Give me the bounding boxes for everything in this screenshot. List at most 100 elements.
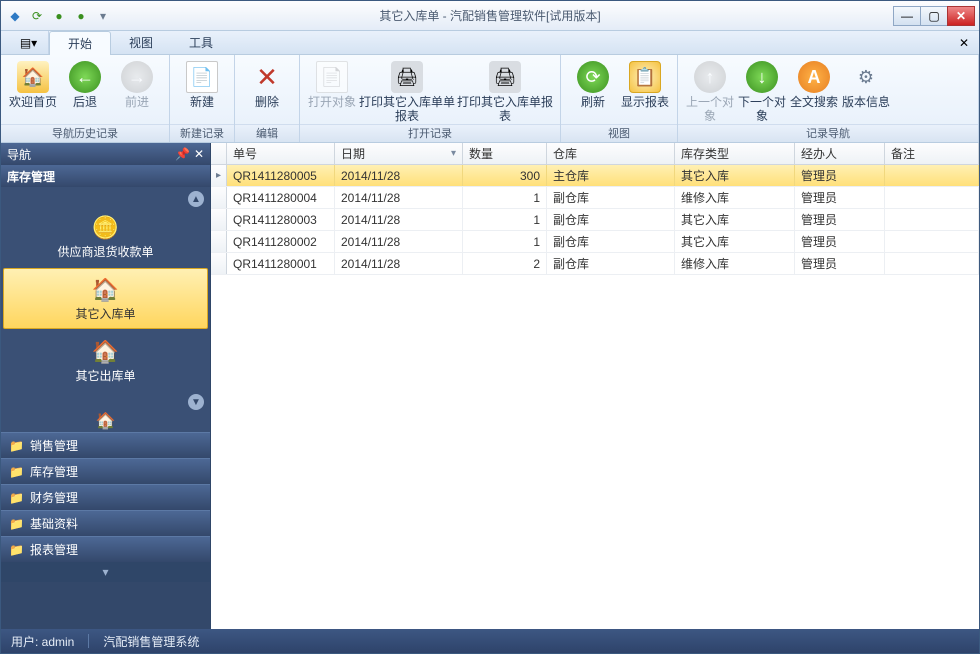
pin-icon[interactable]: 📌 xyxy=(175,147,190,161)
home-icon: 🏠 xyxy=(17,61,49,93)
nav-item-supplier-return[interactable]: 🪙 供应商退货收款单 xyxy=(1,207,210,266)
tab-start[interactable]: 开始 xyxy=(49,31,111,55)
table-row[interactable]: QR14112800042014/11/281副仓库维修入库管理员 xyxy=(211,187,979,209)
statusbar: 用户: admin 汽配销售管理系统 xyxy=(1,629,979,653)
nav-cat-label: 财务管理 xyxy=(30,489,78,506)
cell-warehouse: 副仓库 xyxy=(547,231,675,252)
ribbon-group-label: 导航历史记录 xyxy=(1,124,169,142)
qat-dropdown-icon[interactable]: ▾ xyxy=(95,8,111,24)
nav-panel: 导航 📌 ✕ 库存管理 ▲ 🪙 供应商退货收款单 🏠 其它入库单 🏠 xyxy=(1,143,211,629)
up-icon: ↑ xyxy=(694,61,726,93)
nav-item-partial[interactable]: 🏠 xyxy=(1,410,210,432)
version-info-button[interactable]: ⚙版本信息 xyxy=(840,59,892,109)
nav-item-other-out[interactable]: 🏠 其它出库单 xyxy=(1,331,210,390)
nav-cat-sales[interactable]: 📁销售管理 xyxy=(1,432,210,458)
table-row[interactable]: QR14112800032014/11/281副仓库其它入库管理员 xyxy=(211,209,979,231)
col-header-id[interactable]: 单号 xyxy=(227,143,335,164)
nav-cat-base[interactable]: 📁基础资料 xyxy=(1,510,210,536)
welcome-button[interactable]: 🏠欢迎首页 xyxy=(7,59,59,109)
cell-type: 其它入库 xyxy=(675,209,795,230)
minimize-button[interactable]: — xyxy=(893,6,921,26)
refresh-icon[interactable]: ⟳ xyxy=(29,8,45,24)
prev-object-button[interactable]: ↑上一个对象 xyxy=(684,59,736,123)
table-row[interactable]: QR14112800052014/11/28300主仓库其它入库管理员 xyxy=(211,165,979,187)
open-icon: 📄 xyxy=(316,61,348,93)
nav-fwd-icon[interactable]: ● xyxy=(73,8,89,24)
chevron-down-icon[interactable]: ▾ xyxy=(102,565,108,579)
row-gutter-header xyxy=(211,143,227,164)
titlebar: ◆ ⟳ ● ● ▾ 其它入库单 - 汽配销售管理软件[试用版本] — ▢ ✕ xyxy=(1,1,979,31)
coins-icon: 🪙 xyxy=(90,213,122,243)
print-single-button[interactable]: 🖨打印其它入库单单报表 xyxy=(358,59,456,123)
grid-body[interactable]: QR14112800052014/11/28300主仓库其它入库管理员QR141… xyxy=(211,165,979,629)
cell-date: 2014/11/28 xyxy=(335,187,463,208)
status-user: 用户: admin xyxy=(11,633,74,650)
fulltext-search-button[interactable]: A全文搜索 xyxy=(788,59,840,109)
ribbon-group-openrecord: 📄打开对象 🖨打印其它入库单单报表 🖨打印其它入库单报表 打开记录 xyxy=(300,55,561,142)
refresh-icon: ⟳ xyxy=(577,61,609,93)
table-row[interactable]: QR14112800012014/11/282副仓库维修入库管理员 xyxy=(211,253,979,275)
cell-warehouse: 副仓库 xyxy=(547,187,675,208)
forward-button[interactable]: →前进 xyxy=(111,59,163,109)
printer-icon: 🖨 xyxy=(489,61,521,93)
nav-cat-report[interactable]: 📁 报表管理 xyxy=(1,536,210,562)
open-object-button[interactable]: 📄打开对象 xyxy=(306,59,358,109)
cell-operator: 管理员 xyxy=(795,165,885,186)
house-icon: 🏠 xyxy=(90,410,122,432)
delete-button[interactable]: ✕删除 xyxy=(241,59,293,109)
nav-category-header: 库存管理 xyxy=(1,165,210,187)
col-header-date[interactable]: 日期 xyxy=(335,143,463,164)
collapse-up-icon[interactable]: ▲ xyxy=(188,191,204,207)
col-header-type[interactable]: 库存类型 xyxy=(675,143,795,164)
nav-categories: 📁销售管理 📁 库存管理 📁财务管理 📁基础资料 📁 报表管理 xyxy=(1,432,210,562)
back-icon: ← xyxy=(69,61,101,93)
app-menu-button[interactable]: ▤▾ xyxy=(9,31,49,54)
tab-view[interactable]: 视图 xyxy=(111,31,171,54)
nav-cat-label: 报表管理 xyxy=(30,541,78,558)
cell-qty: 300 xyxy=(463,165,547,186)
new-button[interactable]: 📄新建 xyxy=(176,59,228,109)
folder-icon: 📁 xyxy=(9,465,24,479)
row-gutter xyxy=(211,165,227,186)
cell-id: QR1411280001 xyxy=(227,253,335,274)
nav-title: 导航 xyxy=(7,146,31,163)
nav-item-other-in[interactable]: 🏠 其它入库单 xyxy=(3,268,208,329)
nav-cat-finance[interactable]: 📁财务管理 xyxy=(1,484,210,510)
nav-back-icon[interactable]: ● xyxy=(51,8,67,24)
nav-item-label: 其它出库单 xyxy=(75,367,135,384)
ribbon-collapse-button[interactable]: ✕ xyxy=(949,31,979,54)
cell-id: QR1411280002 xyxy=(227,231,335,252)
cell-warehouse: 副仓库 xyxy=(547,253,675,274)
cell-qty: 1 xyxy=(463,209,547,230)
show-report-button[interactable]: 📋显示报表 xyxy=(619,59,671,109)
cell-qty: 1 xyxy=(463,231,547,252)
tab-tools[interactable]: 工具 xyxy=(171,31,231,54)
collapse-down-icon[interactable]: ▼ xyxy=(188,394,204,410)
cell-type: 其它入库 xyxy=(675,165,795,186)
down-icon: ↓ xyxy=(746,61,778,93)
col-header-operator[interactable]: 经办人 xyxy=(795,143,885,164)
ribbon-group-edit: ✕删除 编辑 xyxy=(235,55,300,142)
col-header-note[interactable]: 备注 xyxy=(885,143,979,164)
col-header-warehouse[interactable]: 仓库 xyxy=(547,143,675,164)
data-grid: 单号 日期 数量 仓库 库存类型 经办人 备注 QR14112800052014… xyxy=(211,143,979,629)
ribbon-group-label: 新建记录 xyxy=(170,124,234,142)
refresh-button[interactable]: ⟳刷新 xyxy=(567,59,619,109)
nav-cat-label: 库存管理 xyxy=(30,463,78,480)
nav-close-icon[interactable]: ✕ xyxy=(194,147,204,161)
back-button[interactable]: ←后退 xyxy=(59,59,111,109)
col-header-qty[interactable]: 数量 xyxy=(463,143,547,164)
nav-cat-stock[interactable]: 📁 库存管理 xyxy=(1,458,210,484)
folder-icon: 📁 xyxy=(9,543,24,557)
ribbon-group-recordnav: ↑上一个对象 ↓下一个对象 A全文搜索 ⚙版本信息 记录导航 xyxy=(678,55,979,142)
close-button[interactable]: ✕ xyxy=(947,6,975,26)
cell-qty: 1 xyxy=(463,187,547,208)
next-object-button[interactable]: ↓下一个对象 xyxy=(736,59,788,123)
maximize-button[interactable]: ▢ xyxy=(920,6,948,26)
print-table-button[interactable]: 🖨打印其它入库单报表 xyxy=(456,59,554,123)
cell-operator: 管理员 xyxy=(795,253,885,274)
nav-cat-label: 销售管理 xyxy=(30,437,78,454)
table-row[interactable]: QR14112800022014/11/281副仓库其它入库管理员 xyxy=(211,231,979,253)
cell-type: 维修入库 xyxy=(675,253,795,274)
cell-type: 其它入库 xyxy=(675,231,795,252)
